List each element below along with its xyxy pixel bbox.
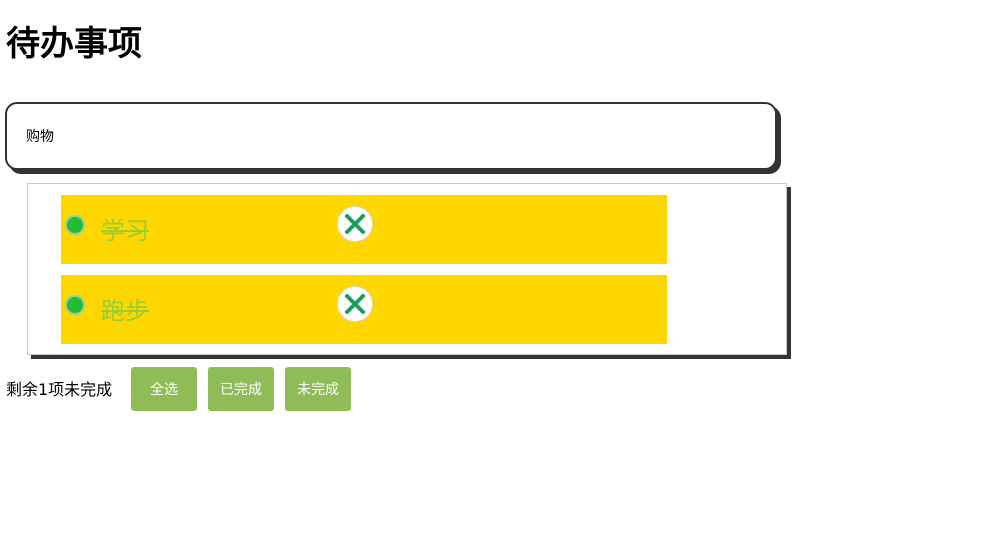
todo-toggle-radio[interactable] <box>65 295 85 315</box>
close-icon <box>345 294 365 314</box>
delete-button[interactable] <box>337 206 373 242</box>
delete-button[interactable] <box>337 286 373 322</box>
todo-toggle-radio[interactable] <box>65 215 85 235</box>
todo-item-label[interactable]: 学习 <box>101 213 149 249</box>
todo-item: 学习 <box>61 195 667 264</box>
remaining-count-text: 剩余1项未完成 <box>6 380 113 399</box>
page-title: 待办事项 <box>6 24 142 64</box>
incomplete-filter-button[interactable]: 未完成 <box>285 367 351 411</box>
close-icon <box>345 214 365 234</box>
todo-item: 跑步 <box>61 275 667 344</box>
todo-list: 学习 跑步 <box>27 183 787 355</box>
completed-filter-button[interactable]: 已完成 <box>208 367 274 411</box>
todo-item-label[interactable]: 跑步 <box>101 293 149 329</box>
select-all-button[interactable]: 全选 <box>131 367 197 411</box>
new-todo-input[interactable] <box>5 102 777 170</box>
